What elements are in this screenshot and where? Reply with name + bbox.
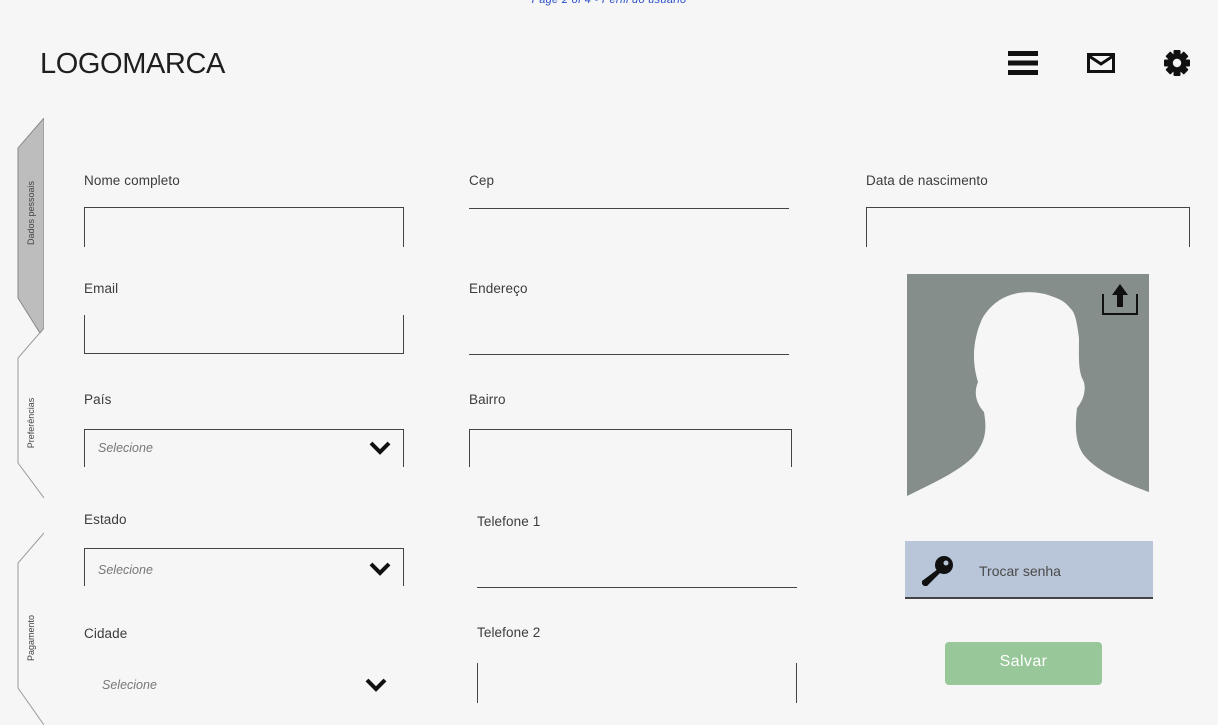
side-tabs: Dados pessoais Preferências Pagamento (0, 118, 44, 725)
cep-label: Cep (469, 173, 495, 188)
nascimento-input[interactable] (866, 207, 1190, 247)
chevron-down-icon[interactable] (369, 561, 391, 577)
estado-label: Estado (84, 512, 127, 527)
mail-icon[interactable] (1085, 49, 1117, 77)
change-password-label: Trocar senha (979, 563, 1061, 579)
upload-icon[interactable] (1101, 280, 1139, 316)
tab-preferencias[interactable]: Preferências (26, 363, 36, 483)
nome-input[interactable] (84, 207, 404, 247)
telefone2-input-right[interactable] (796, 663, 797, 703)
estado-select-value: Selecione (98, 563, 153, 577)
page-caption: Page 2 of 4 - Perfil do usuário (531, 0, 687, 6)
endereco-input[interactable] (469, 354, 789, 355)
endereco-label: Endereço (469, 281, 528, 296)
email-input[interactable] (84, 315, 404, 354)
pais-select-value: Selecione (98, 441, 153, 455)
tab-pagamento[interactable]: Pagamento (26, 578, 36, 698)
cep-input[interactable] (469, 208, 789, 209)
gear-icon[interactable] (1161, 49, 1193, 77)
nascimento-label: Data de nascimento (866, 173, 988, 188)
chevron-down-icon[interactable] (365, 677, 387, 693)
telefone2-label: Telefone 2 (477, 625, 541, 640)
tab-dados-pessoais[interactable]: Dados pessoais (26, 153, 36, 273)
telefone2-input-left[interactable] (477, 663, 478, 703)
menu-icon[interactable] (1007, 49, 1039, 77)
change-password-button[interactable]: Trocar senha (905, 541, 1153, 599)
save-button[interactable]: Salvar (945, 642, 1102, 685)
telefone1-label: Telefone 1 (477, 514, 541, 529)
pais-label: País (84, 392, 112, 407)
logo: LOGOMARCA (40, 48, 225, 80)
chevron-down-icon[interactable] (369, 440, 391, 456)
telefone1-input[interactable] (477, 587, 797, 588)
nome-label: Nome completo (84, 173, 180, 188)
cidade-select-value[interactable]: Selecione (102, 678, 157, 692)
bairro-input[interactable] (469, 429, 792, 467)
email-label: Email (84, 281, 119, 296)
cidade-label: Cidade (84, 626, 128, 641)
key-icon (922, 556, 953, 586)
bairro-label: Bairro (469, 392, 506, 407)
